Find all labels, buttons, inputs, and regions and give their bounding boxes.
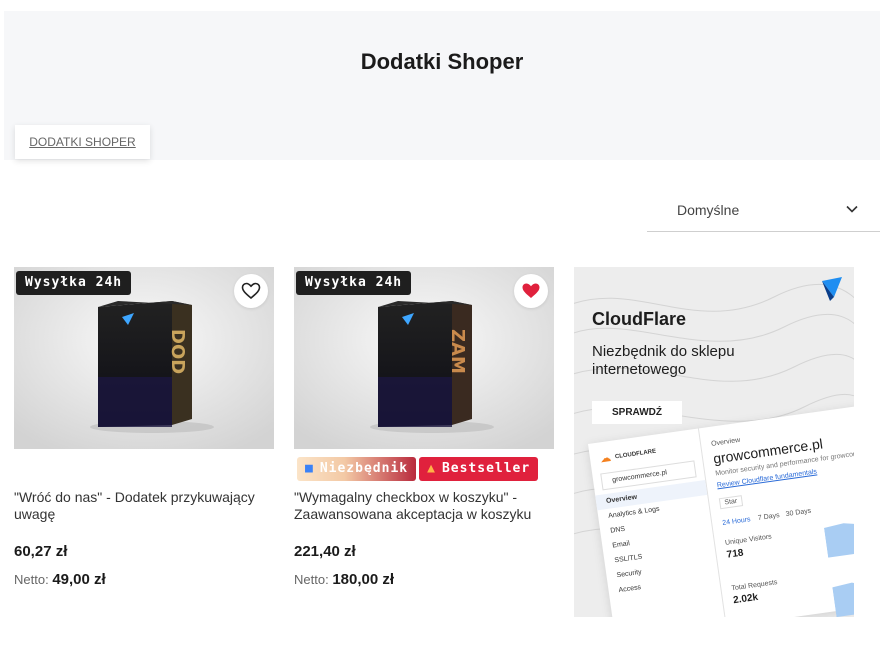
heart-filled-icon: [522, 283, 540, 298]
tag-bestseller: ▲ Bestseller: [419, 457, 539, 481]
total-requests-value: 2.02k: [732, 591, 759, 607]
dashboard-overview-label: Overview: [710, 436, 741, 448]
banner-check-button[interactable]: SPRAWDŹ: [592, 401, 682, 424]
product-price: 60,27 zł: [14, 543, 68, 560]
svg-text:DOD: DOD: [167, 329, 188, 374]
unique-visitors-label: Unique Visitors: [724, 533, 773, 547]
product-image[interactable]: ZAM Wysyłka 24h: [294, 267, 554, 449]
total-requests-label: Total Requests: [731, 579, 778, 593]
product-title[interactable]: "Wymagalny checkbox w koszyku" - Zaawans…: [294, 489, 556, 523]
dashboard-star-button: Star: [718, 495, 743, 510]
product-price: 221,40 zł: [294, 543, 356, 560]
svg-text:ZAM: ZAM: [447, 329, 468, 374]
dashboard-brand: CLOUDFLARE: [614, 448, 657, 460]
netto-label: Netto:: [14, 572, 49, 587]
tag-label: Niezbędnik: [319, 461, 409, 476]
banner-subtitle: Niezbędnik do sklepu internetowego: [592, 343, 735, 378]
wishlist-button[interactable]: [234, 274, 268, 308]
breadcrumb-link[interactable]: DODATKI SHOPER: [15, 125, 150, 159]
dashboard-sidebar: ☁ CLOUDFLARE growcommerce.pl Overview An…: [588, 428, 727, 617]
product-netto: Netto: 180,00 zł: [294, 571, 394, 588]
sort-selected-label: Domyślne: [677, 202, 740, 218]
range-option: 7 Days: [757, 512, 781, 523]
cloud-icon: ☁: [599, 451, 612, 466]
page-title: Dodatki Shoper: [360, 49, 524, 74]
product-title[interactable]: "Wróć do nas" - Dodatek przykuwający uwa…: [14, 489, 276, 523]
product-netto: Netto: 49,00 zł: [14, 571, 106, 588]
netto-value: 49,00 zł: [52, 571, 106, 588]
product-tags: ■ Niezbędnik ▲ Bestseller: [297, 457, 539, 481]
chevron-down-icon: [846, 205, 858, 213]
heart-outline-icon: [241, 282, 261, 300]
product-image[interactable]: DOD Wysyłka 24h: [14, 267, 274, 449]
tag-label: Bestseller: [441, 461, 531, 476]
netto-label: Netto:: [294, 572, 329, 587]
brand-logo-icon: [822, 277, 842, 301]
traffic-sparkline: [823, 510, 854, 617]
fire-icon: ▲: [427, 461, 436, 476]
netto-value: 180,00 zł: [332, 571, 395, 588]
shopping-bag-icon: ■: [305, 461, 314, 476]
shipping-badge: Wysyłka 24h: [296, 271, 412, 295]
range-option: 30 Days: [785, 507, 812, 519]
tag-essential: ■ Niezbędnik: [297, 457, 417, 481]
sort-select[interactable]: Domyślne: [647, 189, 880, 232]
shipping-badge: Wysyłka 24h: [16, 271, 132, 295]
wishlist-button[interactable]: [514, 274, 548, 308]
unique-visitors-value: 718: [726, 547, 745, 561]
banner-title: CloudFlare: [592, 309, 687, 329]
range-option: 24 Hours: [721, 516, 751, 528]
promo-banner[interactable]: CloudFlare Niezbędnik do sklepu internet…: [574, 267, 854, 617]
